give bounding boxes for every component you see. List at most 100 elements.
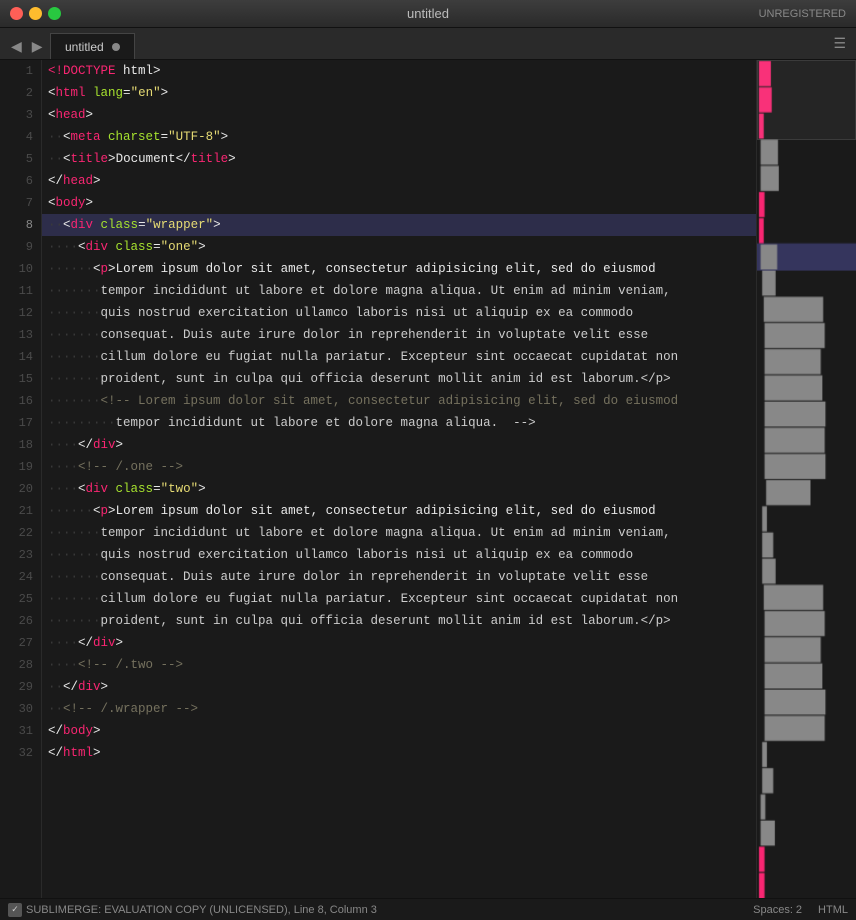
indent-dots: ······· <box>48 306 101 320</box>
editor-area: 1234567891011121314151617181920212223242… <box>0 60 856 898</box>
tab-label: untitled <box>65 40 104 54</box>
status-right: Spaces: 2 HTML <box>753 904 848 916</box>
line-number: 32 <box>0 742 41 764</box>
indent-dots: ······· <box>48 284 101 298</box>
indent-dots: ·· <box>48 152 63 166</box>
code-lines: <!DOCTYPE html><html lang="en"><head>··<… <box>42 60 756 764</box>
tab-next-button[interactable]: ▶ <box>29 39 46 53</box>
code-line: ····</div> <box>42 632 756 654</box>
line-number: 9 <box>0 236 41 258</box>
line-number: 6 <box>0 170 41 192</box>
indent-dots: ···· <box>48 658 78 672</box>
code-line: ·······tempor incididunt ut labore et do… <box>42 522 756 544</box>
indent-dots: ······ <box>48 262 93 276</box>
code-line: ··<!-- /.wrapper --> <box>42 698 756 720</box>
line-number-gutter: 1234567891011121314151617181920212223242… <box>0 60 42 898</box>
line-number: 19 <box>0 456 41 478</box>
indent-dots: ······· <box>48 328 101 342</box>
indent-dots: ······· <box>48 570 101 584</box>
code-line: ·······quis nostrud exercitation ullamco… <box>42 544 756 566</box>
minimap-viewport <box>757 60 856 140</box>
indent-dots: ······· <box>48 548 101 562</box>
line-number: 5 <box>0 148 41 170</box>
title-bar: untitled UNREGISTERED <box>0 0 856 28</box>
line-number: 10 <box>0 258 41 280</box>
indent-dots: ······· <box>48 394 101 408</box>
status-left: ✓ SUBLIMERGE: EVALUATION COPY (UNLICENSE… <box>8 903 747 917</box>
indent-dots: ······· <box>48 614 101 628</box>
code-line: ·······proident, sunt in culpa qui offic… <box>42 610 756 632</box>
minimize-button[interactable] <box>29 7 42 20</box>
file-tab[interactable]: untitled <box>50 33 135 59</box>
indent-dots: ·· <box>48 130 63 144</box>
close-button[interactable] <box>10 7 23 20</box>
line-number: 24 <box>0 566 41 588</box>
code-line: <!DOCTYPE html> <box>42 60 756 82</box>
line-number: 26 <box>0 610 41 632</box>
line-number: 12 <box>0 302 41 324</box>
maximize-button[interactable] <box>48 7 61 20</box>
line-number: 22 <box>0 522 41 544</box>
tab-controls: ◀ ▶ <box>8 39 46 53</box>
line-number: 29 <box>0 676 41 698</box>
line-number: 15 <box>0 368 41 390</box>
tab-prev-button[interactable]: ◀ <box>8 39 25 53</box>
code-line: ····<!-- /.two --> <box>42 654 756 676</box>
line-number: 30 <box>0 698 41 720</box>
status-bar: ✓ SUBLIMERGE: EVALUATION COPY (UNLICENSE… <box>0 898 856 920</box>
line-number: 28 <box>0 654 41 676</box>
line-number: 4 <box>0 126 41 148</box>
unregistered-label: UNREGISTERED <box>759 8 846 20</box>
language-indicator[interactable]: HTML <box>818 904 848 916</box>
code-line: ·······tempor incididunt ut labore et do… <box>42 280 756 302</box>
status-icon: ✓ <box>8 903 22 917</box>
code-line: ·······cillum dolore eu fugiat nulla par… <box>42 346 756 368</box>
code-line: ····<div class="one"> <box>42 236 756 258</box>
code-line: <body> <box>42 192 756 214</box>
code-line: ·······cillum dolore eu fugiat nulla par… <box>42 588 756 610</box>
line-number: 11 <box>0 280 41 302</box>
line-number: 8 <box>0 214 41 236</box>
line-number: 21 <box>0 500 41 522</box>
indent-dots: ···· <box>48 438 78 452</box>
line-number: 25 <box>0 588 41 610</box>
indent-dots: ···· <box>48 482 78 496</box>
code-line: ·······<!-- Lorem ipsum dolor sit amet, … <box>42 390 756 412</box>
code-editor[interactable]: <!DOCTYPE html><html lang="en"><head>··<… <box>42 60 756 898</box>
code-line: ····<!-- /.one --> <box>42 456 756 478</box>
line-number: 14 <box>0 346 41 368</box>
code-line: ·······proident, sunt in culpa qui offic… <box>42 368 756 390</box>
code-line: </head> <box>42 170 756 192</box>
line-number: 13 <box>0 324 41 346</box>
minimap-canvas <box>757 60 856 898</box>
code-line: ····</div> <box>42 434 756 456</box>
code-line: ··</div> <box>42 676 756 698</box>
line-number: 23 <box>0 544 41 566</box>
line-number: 17 <box>0 412 41 434</box>
code-line: </body> <box>42 720 756 742</box>
code-line: <head> <box>42 104 756 126</box>
code-line: ·········tempor incididunt ut labore et … <box>42 412 756 434</box>
code-line: ····<div class="two"> <box>42 478 756 500</box>
indent-dots: ·· <box>48 218 63 232</box>
code-line: ··<div class="wrapper"> <box>42 214 756 236</box>
minimap[interactable] <box>756 60 856 898</box>
line-number: 1 <box>0 60 41 82</box>
window-title: untitled <box>407 6 449 21</box>
line-number: 3 <box>0 104 41 126</box>
indent-dots: ···· <box>48 460 78 474</box>
code-line: ··<title>Document</title> <box>42 148 756 170</box>
code-line: ······<p>Lorem ipsum dolor sit amet, con… <box>42 258 756 280</box>
code-line: </html> <box>42 742 756 764</box>
code-line: ·······quis nostrud exercitation ullamco… <box>42 302 756 324</box>
code-line: ··<meta charset="UTF-8"> <box>42 126 756 148</box>
tab-bar: ◀ ▶ untitled ☰ <box>0 28 856 60</box>
code-line: ·······consequat. Duis aute irure dolor … <box>42 566 756 588</box>
window-controls <box>10 7 61 20</box>
indent-dots: ······· <box>48 526 101 540</box>
indent-dots: ······· <box>48 372 101 386</box>
spaces-indicator[interactable]: Spaces: 2 <box>753 904 802 916</box>
line-number: 16 <box>0 390 41 412</box>
indent-dots: ······· <box>48 592 101 606</box>
tab-bar-right-icon: ☰ <box>833 36 846 53</box>
